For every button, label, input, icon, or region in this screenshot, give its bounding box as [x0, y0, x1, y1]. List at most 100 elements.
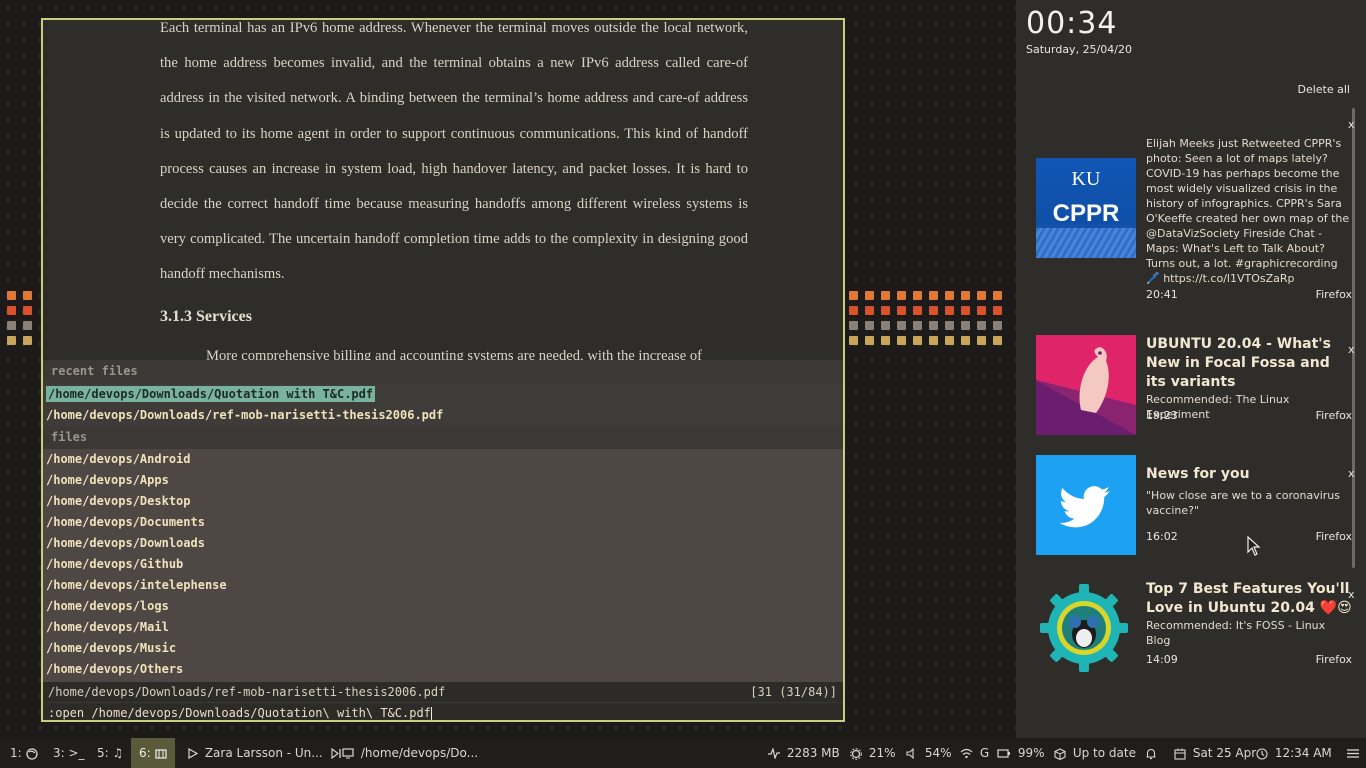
- decorative-dot: [977, 291, 986, 300]
- battery-indicator[interactable]: 99%: [997, 738, 1045, 768]
- decorative-dot: [913, 291, 922, 300]
- decorative-dot: [881, 321, 890, 330]
- activity-icon: [768, 746, 780, 761]
- pdf-next-line: More comprehensive billing and accountin…: [206, 348, 703, 360]
- cpu-value: 21%: [868, 746, 896, 760]
- volume-indicator[interactable]: 54%: [906, 738, 952, 768]
- status-count: [31 (31/84)]: [750, 685, 837, 699]
- pdf-page: Each terminal has an IPv6 home address. …: [43, 20, 843, 360]
- notification-time: 14:09: [1146, 653, 1178, 666]
- time-value: 12:34 AM: [1274, 746, 1332, 760]
- decorative-dot: [881, 291, 890, 300]
- wifi-indicator[interactable]: G: [960, 738, 989, 768]
- notification-time: 16:02: [1146, 530, 1178, 543]
- pdf-viewer-window[interactable]: Each terminal has an IPv6 home address. …: [41, 18, 845, 722]
- decorative-dot: [977, 321, 986, 330]
- decorative-dot: [865, 321, 874, 330]
- notification-title: UBUNTU 20.04 - What's New in Focal Fossa…: [1146, 336, 1331, 390]
- notification-scrollbar[interactable]: [1352, 108, 1355, 568]
- decorative-dot: [929, 291, 938, 300]
- completion-item[interactable]: /home/devops/Desktop: [43, 491, 843, 512]
- document-viewer-icon: [154, 749, 167, 759]
- completion-item[interactable]: /home/devops/Github: [43, 554, 843, 575]
- completion-item[interactable]: /home/devops/intelephense: [43, 575, 843, 596]
- memory-value: 2283 MB: [786, 746, 840, 760]
- cpu-indicator[interactable]: 21%: [850, 738, 896, 768]
- decorative-dot: [945, 306, 954, 315]
- close-icon[interactable]: x: [1348, 588, 1355, 601]
- decorative-dot: [977, 306, 986, 315]
- workspace-6-active[interactable]: 6:: [131, 738, 175, 768]
- close-icon[interactable]: x: [1348, 467, 1355, 480]
- itsfoss-logo: [1036, 584, 1136, 672]
- window-title-item[interactable]: /home/devops/Do...: [342, 738, 478, 768]
- notification-card[interactable]: Top 7 Best Features You'll Love in Ubunt…: [1036, 580, 1355, 672]
- time-indicator[interactable]: 12:34 AM: [1256, 738, 1332, 768]
- window-icon: [342, 748, 354, 759]
- memory-indicator[interactable]: 2283 MB: [768, 738, 840, 768]
- notification-card[interactable]: UBUNTU 20.04 - What's New in Focal Fossa…: [1036, 335, 1355, 435]
- completion-item-selected[interactable]: /home/devops/Downloads/Quotation with T&…: [43, 384, 843, 405]
- battery-value: 99%: [1017, 746, 1045, 760]
- decorative-dot: [993, 321, 1002, 330]
- cppr-logo-text: CPPR: [1052, 200, 1120, 227]
- notification-title: Top 7 Best Features You'll Love in Ubunt…: [1146, 581, 1352, 616]
- date-indicator[interactable]: Sat 25 Apr: [1174, 738, 1256, 768]
- completion-item-label: /home/devops/Downloads/Quotation with T&…: [46, 386, 376, 402]
- workspace-1[interactable]: 1:: [2, 738, 46, 768]
- decorative-dot: [7, 291, 16, 300]
- notifications-bell[interactable]: [1145, 738, 1160, 768]
- completion-item[interactable]: /home/devops/Documents: [43, 512, 843, 533]
- firefox-icon: [25, 747, 38, 760]
- notification-text: Recommended: It's FOSS - Linux Blog: [1146, 619, 1326, 647]
- decorative-dot: [993, 306, 1002, 315]
- volume-value: 54%: [924, 746, 952, 760]
- clock-icon: [1256, 747, 1268, 760]
- close-icon[interactable]: x: [1348, 343, 1355, 356]
- wifi-icon: [960, 748, 973, 759]
- notification-card[interactable]: News for you "How close are we to a coro…: [1036, 455, 1355, 555]
- completion-item[interactable]: /home/devops/logs: [43, 596, 843, 617]
- menu-button[interactable]: [1347, 738, 1362, 768]
- decorative-dot: [23, 291, 32, 300]
- mouse-pointer-icon: [1247, 536, 1261, 556]
- decorative-dot: [865, 306, 874, 315]
- battery-icon: [997, 749, 1010, 758]
- music-note-icon: ♫: [112, 746, 124, 760]
- completion-item[interactable]: /home/devops/Music: [43, 638, 843, 659]
- decorative-dot: [993, 336, 1002, 345]
- decorative-dot: [849, 336, 858, 345]
- decorative-dot: [7, 306, 16, 315]
- completion-item[interactable]: /home/devops/Downloads: [43, 533, 843, 554]
- speaker-icon: [906, 747, 914, 760]
- delete-all-button[interactable]: Delete all: [1298, 83, 1351, 96]
- date-value: Sat 25 Apr: [1192, 746, 1257, 760]
- updates-indicator[interactable]: Up to date: [1054, 738, 1136, 768]
- completion-item[interactable]: /home/devops/Android: [43, 449, 843, 470]
- completion-item[interactable]: /home/devops/Apps: [43, 470, 843, 491]
- command-line-input[interactable]: :open /home/devops/Downloads/Quotation\ …: [43, 702, 843, 720]
- decorative-dot: [897, 291, 906, 300]
- next-track-icon: [330, 747, 341, 760]
- panel-clock: 00:34: [1026, 6, 1118, 41]
- text-cursor: [430, 707, 432, 720]
- media-player-item[interactable]: Zara Larsson - Un...: [188, 738, 345, 768]
- twitter-logo-icon: [1036, 455, 1136, 555]
- completion-item[interactable]: /home/devops/Others: [43, 659, 843, 680]
- notification-title: News for you: [1146, 466, 1250, 482]
- decorative-dot: [945, 321, 954, 330]
- workspace-3[interactable]: 3: >_: [45, 738, 93, 768]
- decorative-dot: [961, 291, 970, 300]
- notification-card[interactable]: KU CPPR Elijah Meeks just Retweeted CPPR…: [1036, 118, 1355, 308]
- decorative-dot: [881, 336, 890, 345]
- decorative-dot: [977, 336, 986, 345]
- status-path: /home/devops/Downloads/ref-mob-narisetti…: [48, 685, 446, 699]
- close-icon[interactable]: x: [1348, 118, 1355, 131]
- completion-item[interactable]: /home/devops/Mail: [43, 617, 843, 638]
- decorative-dot: [897, 306, 906, 315]
- status-bar: /home/devops/Downloads/ref-mob-narisetti…: [43, 682, 843, 702]
- decorative-dot: [23, 321, 32, 330]
- decorative-dot: [913, 336, 922, 345]
- workspace-5[interactable]: 5: ♫: [89, 738, 131, 768]
- completion-item[interactable]: /home/devops/Downloads/ref-mob-narisetti…: [43, 405, 843, 426]
